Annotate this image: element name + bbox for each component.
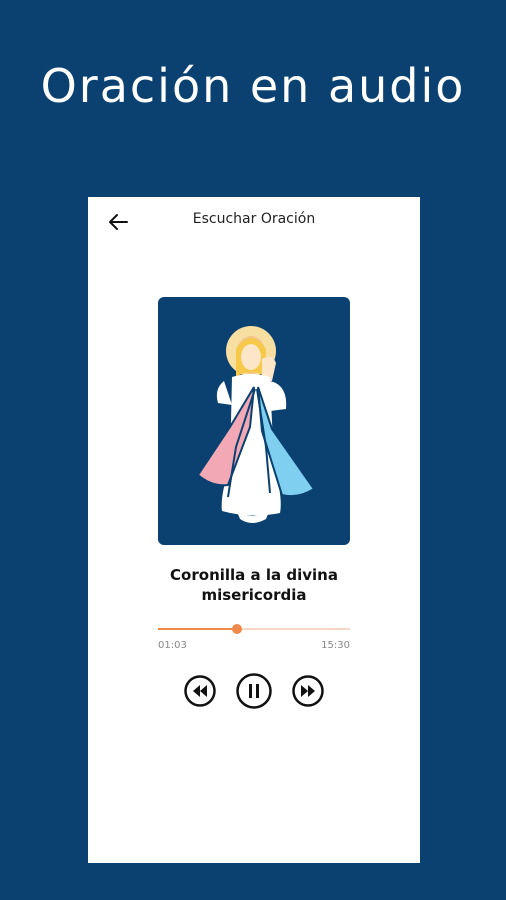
progress-fill (158, 628, 237, 630)
progress-slider[interactable] (158, 624, 350, 634)
prayer-artwork (158, 297, 350, 545)
forward-button[interactable] (292, 675, 324, 711)
elapsed-time: 01:03 (158, 640, 187, 651)
divine-mercy-illustration (196, 326, 316, 523)
pause-icon (236, 673, 272, 709)
track-title: Coronilla a la divina misericordia (170, 566, 338, 604)
promo-headline: Oración en audio (40, 59, 466, 113)
screen-title: Escuchar Oración (192, 211, 316, 227)
playback-controls (88, 673, 420, 713)
total-time: 15:30 (321, 640, 350, 651)
fast-forward-icon (292, 675, 324, 707)
progress-thumb[interactable] (231, 624, 242, 634)
phone-screen: Escuchar Oración Coronilla a la divina m… (88, 197, 420, 863)
rewind-icon (184, 675, 216, 707)
rewind-button[interactable] (184, 675, 216, 711)
pause-button[interactable] (236, 673, 272, 713)
